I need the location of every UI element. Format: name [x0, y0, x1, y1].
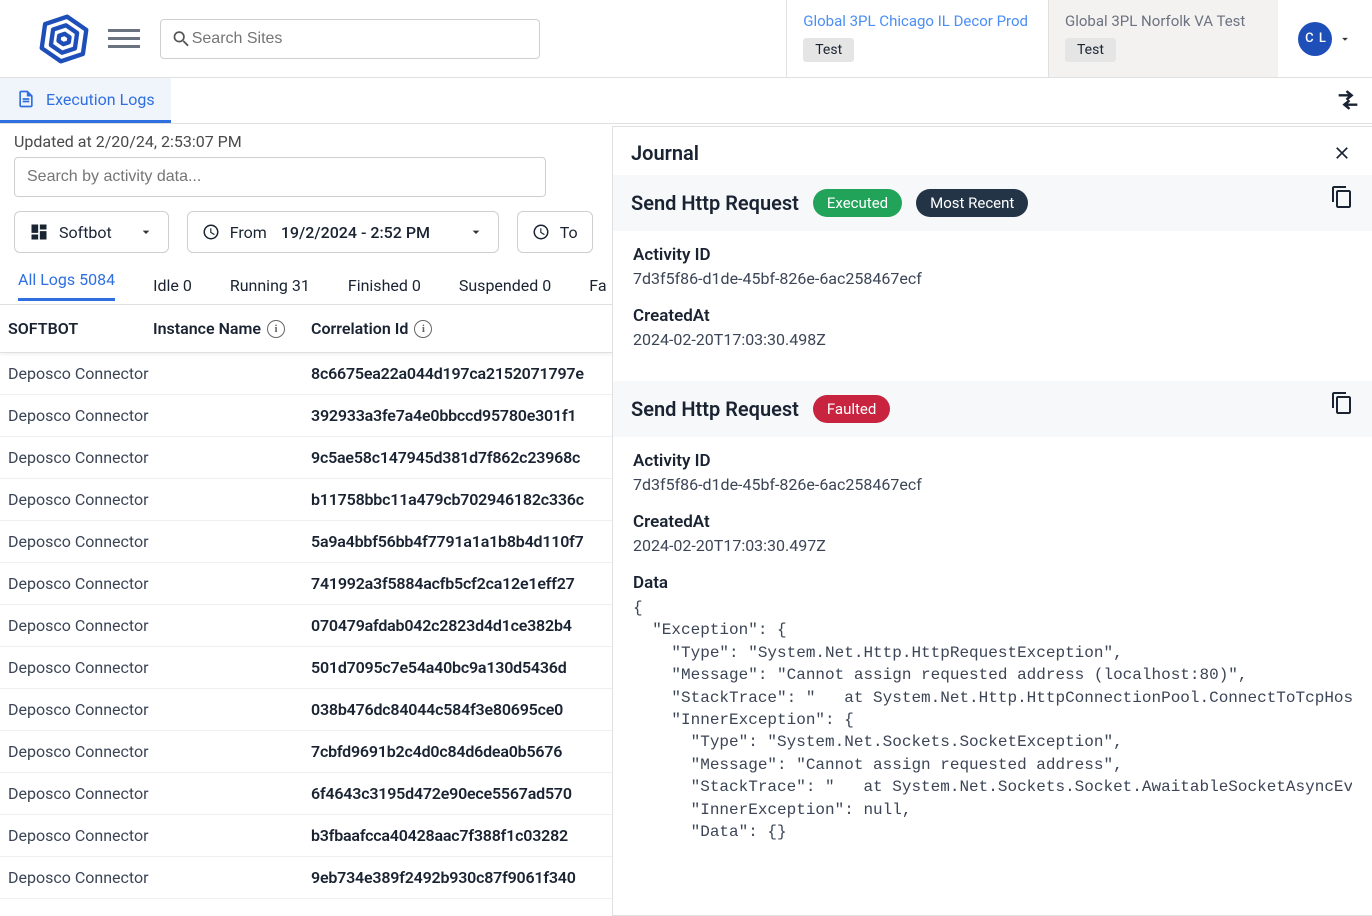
- cell-softbot: Deposco Connector: [8, 448, 311, 467]
- cell-correlation: 5a9a4bbf56bb4f7791a1a1b8b4d110f7: [311, 532, 584, 551]
- cell-correlation: 6f4643c3195d472e90ece5567ad570: [311, 784, 572, 803]
- cell-correlation: 9eb734e389f2492b930c87f9061f340: [311, 868, 576, 887]
- status-tab-running[interactable]: Running 31: [230, 276, 310, 295]
- cell-softbot: Deposco Connector: [8, 784, 311, 803]
- cell-softbot: Deposco Connector: [8, 616, 311, 635]
- site-tab-norfolk[interactable]: Global 3PL Norfolk VA Test Test: [1048, 0, 1278, 77]
- dashboard-icon: [29, 222, 49, 242]
- app-logo[interactable]: [38, 13, 90, 65]
- col-instance[interactable]: Instance Namei: [153, 319, 311, 338]
- chevron-down-icon: [138, 224, 154, 240]
- cell-correlation: 741992a3f5884acfb5cf2ca12e1eff27: [311, 574, 575, 593]
- status-badge: Most Recent: [916, 189, 1028, 217]
- journal-entry-body: Activity ID 7d3f5f86-d1de-45bf-826e-6ac25…: [613, 437, 1372, 857]
- cell-correlation: b3fbaafcca40428aac7f388f1c03282: [311, 826, 568, 845]
- status-tab-faulted[interactable]: Fa: [589, 276, 606, 295]
- journal-entry-title: Send Http Request: [631, 191, 799, 215]
- from-filter[interactable]: From 19/2/2024 - 2:52 PM: [187, 211, 499, 253]
- field-value: 7d3f5f86-d1de-45bf-826e-6ac258467ecf: [633, 475, 1352, 494]
- cell-softbot: Deposco Connector: [8, 490, 311, 509]
- field-label: Activity ID: [633, 245, 1352, 265]
- cell-softbot: Deposco Connector: [8, 868, 311, 887]
- cell-softbot: Deposco Connector: [8, 700, 311, 719]
- close-icon[interactable]: [1332, 143, 1352, 163]
- status-tab-all[interactable]: All Logs 5084: [18, 270, 115, 301]
- clock-icon: [532, 223, 550, 241]
- status-badge: Faulted: [813, 395, 890, 423]
- cell-softbot: Deposco Connector: [8, 826, 311, 845]
- status-tab-finished[interactable]: Finished 0: [348, 276, 421, 295]
- search-icon: [171, 28, 192, 50]
- cell-correlation: 501d7095c7e54a40bc9a130d5436d: [311, 658, 567, 677]
- col-correlation[interactable]: Correlation Idi: [311, 319, 432, 338]
- activity-search-input[interactable]: [14, 157, 546, 197]
- site-tab-title: Global 3PL Chicago IL Decor Prod: [803, 12, 1028, 30]
- cell-softbot: Deposco Connector: [8, 658, 311, 677]
- from-value: 19/2/2024 - 2:52 PM: [281, 223, 430, 242]
- site-tab-chip: Test: [803, 38, 854, 62]
- journal-entry-header: Send Http Request Faulted: [613, 381, 1372, 437]
- journal-panel: Journal Send Http Request Executed Most Re…: [612, 126, 1372, 916]
- avatar: C L: [1298, 22, 1332, 56]
- cell-correlation: 392933a3fe7a4e0bbccd95780e301f1: [311, 406, 576, 425]
- field-value: 2024-02-20T17:03:30.497Z: [633, 536, 1352, 555]
- cell-softbot: Deposco Connector: [8, 574, 311, 593]
- document-icon: [16, 89, 36, 109]
- site-tab-title: Global 3PL Norfolk VA Test: [1065, 12, 1258, 30]
- app-header: Global 3PL Chicago IL Decor Prod Test Gl…: [0, 0, 1372, 78]
- field-label: CreatedAt: [633, 306, 1352, 326]
- softbot-filter[interactable]: Softbot: [14, 211, 169, 253]
- softbot-filter-label: Softbot: [59, 223, 112, 242]
- user-menu[interactable]: C L: [1278, 0, 1372, 77]
- cell-correlation: 070479afdab042c2823d4d1ce382b4: [311, 616, 572, 635]
- col-softbot[interactable]: SOFTBOT: [8, 319, 153, 338]
- field-value: 2024-02-20T17:03:30.498Z: [633, 330, 1352, 349]
- field-label: Data: [633, 573, 1352, 593]
- cell-correlation: 8c6675ea22a044d197ca2152071797e: [311, 364, 584, 383]
- module-tabs: Execution Logs: [0, 78, 1372, 124]
- to-filter[interactable]: To: [517, 211, 593, 253]
- info-icon[interactable]: i: [414, 320, 432, 338]
- connection-icon[interactable]: [1334, 86, 1362, 114]
- cell-softbot: Deposco Connector: [8, 364, 311, 383]
- tab-execution-logs[interactable]: Execution Logs: [0, 78, 171, 123]
- site-search-input[interactable]: [192, 30, 529, 48]
- site-search[interactable]: [160, 19, 540, 59]
- info-icon[interactable]: i: [267, 320, 285, 338]
- status-badge: Executed: [813, 189, 902, 217]
- journal-entry-header: Send Http Request Executed Most Recent: [613, 175, 1372, 231]
- field-value: 7d3f5f86-d1de-45bf-826e-6ac258467ecf: [633, 269, 1352, 288]
- to-label: To: [560, 223, 578, 242]
- header-left: [0, 0, 552, 77]
- journal-entry-title: Send Http Request: [631, 397, 799, 421]
- copy-icon[interactable]: [1330, 185, 1354, 209]
- chevron-down-icon: [1338, 32, 1352, 46]
- cell-softbot: Deposco Connector: [8, 742, 311, 761]
- from-label: From: [230, 223, 267, 242]
- copy-icon[interactable]: [1330, 391, 1354, 415]
- exception-data: { "Exception": { "Type": "System.Net.Htt…: [633, 597, 1352, 843]
- cell-softbot: Deposco Connector: [8, 406, 311, 425]
- cell-correlation: 7cbfd9691b2c4d0c84d6dea0b5676: [311, 742, 562, 761]
- status-tab-idle[interactable]: Idle 0: [153, 276, 192, 295]
- cell-correlation: 9c5ae58c147945d381d7f862c23968c: [311, 448, 580, 467]
- site-tab-chip: Test: [1065, 38, 1116, 62]
- chevron-down-icon: [468, 224, 484, 240]
- journal-entry-body: Activity ID 7d3f5f86-d1de-45bf-826e-6ac25…: [613, 231, 1372, 381]
- cell-softbot: Deposco Connector: [8, 532, 311, 551]
- field-label: CreatedAt: [633, 512, 1352, 532]
- status-tab-suspended[interactable]: Suspended 0: [459, 276, 551, 295]
- menu-icon[interactable]: [108, 23, 140, 55]
- field-label: Activity ID: [633, 451, 1352, 471]
- module-tab-label: Execution Logs: [46, 90, 155, 109]
- clock-icon: [202, 223, 220, 241]
- site-tab-chicago[interactable]: Global 3PL Chicago IL Decor Prod Test: [786, 0, 1048, 77]
- journal-title: Journal: [631, 141, 699, 165]
- cell-correlation: b11758bbc11a479cb702946182c336c: [311, 490, 584, 509]
- cell-correlation: 038b476dc84044c584f3e80695ce0: [311, 700, 563, 719]
